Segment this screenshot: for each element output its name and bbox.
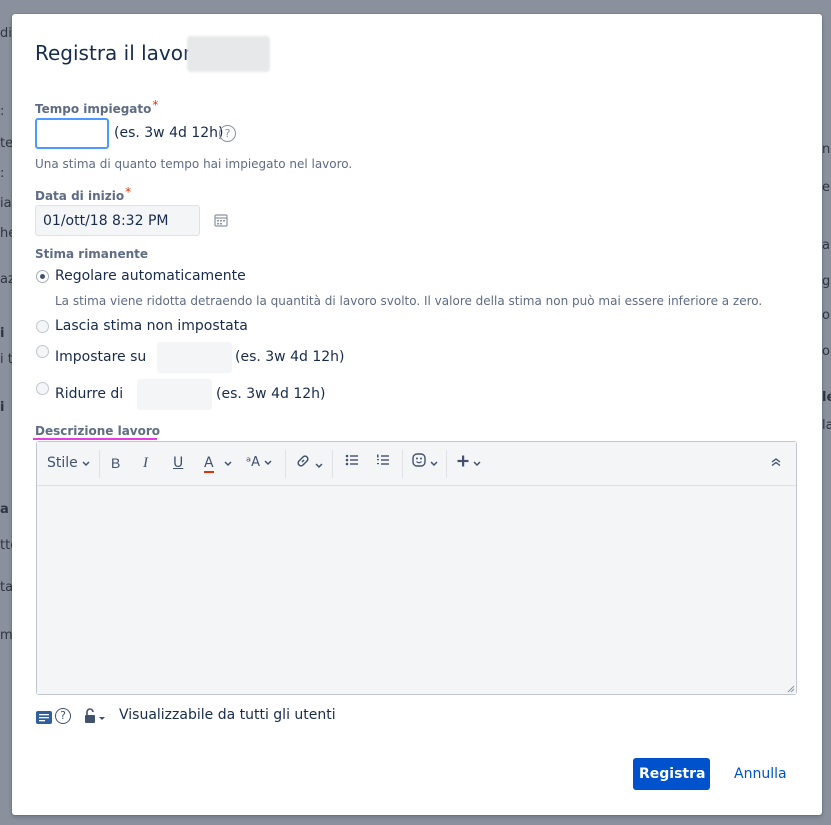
collapse-toolbar-button[interactable]	[771, 453, 781, 473]
radio-set-to[interactable]	[36, 345, 49, 358]
bg-text: i	[0, 400, 5, 415]
underline-button[interactable]: U	[173, 453, 183, 473]
submit-button[interactable]: Registra	[633, 758, 710, 790]
bg-text: :	[0, 166, 5, 181]
bullet-list-button[interactable]	[345, 453, 359, 473]
bg-text: ia	[0, 196, 12, 211]
help-icon[interactable]: ?	[55, 708, 71, 724]
link-icon	[297, 455, 309, 467]
editor-text-area[interactable]	[37, 486, 796, 694]
cancel-link[interactable]: Annulla	[724, 758, 797, 790]
radio-reduce-by-label: Ridurre di	[55, 386, 124, 402]
time-spent-input[interactable]	[35, 118, 109, 149]
set-to-example: (es. 3w 4d 12h)	[235, 349, 345, 365]
numbered-list-button[interactable]	[376, 453, 390, 473]
italic-button[interactable]: I	[143, 453, 148, 473]
insert-more-button[interactable]	[457, 453, 481, 473]
bg-text: a	[0, 502, 9, 517]
lock-icon[interactable]	[84, 707, 108, 725]
label-highlight	[33, 438, 157, 440]
log-work-dialog: Registra il lavoro: Tempo impiegato* (es…	[12, 14, 822, 815]
bg-text: a	[822, 238, 830, 253]
bg-text: or	[822, 344, 831, 359]
plus-icon	[457, 455, 469, 467]
radio-set-to-label: Impostare su	[55, 349, 147, 365]
time-spent-description: Una stima di quanto tempo hai impiegato …	[35, 157, 353, 171]
link-button[interactable]	[295, 453, 323, 473]
chevron-down-icon	[430, 461, 438, 467]
chevron-down-icon	[224, 461, 232, 467]
chevron-down-icon	[473, 461, 481, 467]
more-formatting-button[interactable]: ᵃA	[246, 453, 272, 473]
text-mode-icon[interactable]	[36, 711, 52, 724]
auto-adjust-description: La stima viene ridotta detraendo la quan…	[55, 294, 763, 308]
bg-text: :	[0, 104, 5, 119]
toolbar-divider	[402, 450, 403, 478]
chevron-down-icon	[82, 461, 90, 467]
bg-text: e	[822, 180, 830, 195]
text-color-button[interactable]: A	[204, 453, 232, 473]
resize-handle-icon[interactable]	[787, 685, 795, 693]
toolbar-divider	[99, 450, 100, 478]
style-dropdown[interactable]: Stile	[47, 453, 90, 473]
remaining-estimate-label: Stima rimanente	[35, 247, 149, 261]
required-mark: *	[152, 98, 159, 112]
bg-text: i	[0, 326, 5, 341]
redacted-issue-key	[187, 36, 270, 72]
dialog-title: Registra il lavoro:	[35, 41, 210, 65]
reduce-by-example: (es. 3w 4d 12h)	[216, 386, 326, 402]
chevron-down-icon	[264, 460, 272, 466]
chevron-double-up-icon	[771, 458, 781, 467]
bg-text: la	[822, 418, 831, 433]
bg-text: n	[822, 142, 831, 157]
bg-text: m	[0, 628, 13, 643]
toolbar-divider	[332, 450, 333, 478]
radio-leave-unset-label: Lascia stima non impostata	[55, 318, 248, 334]
bg-text: gi	[822, 274, 831, 289]
toolbar-divider	[285, 450, 286, 478]
emoji-icon	[412, 453, 426, 467]
rich-text-editor: Stile B I U A ᵃA	[36, 441, 797, 695]
required-mark: *	[125, 185, 132, 199]
radio-auto-adjust-label: Regolare automaticamente	[55, 268, 246, 284]
chevron-down-icon	[315, 463, 323, 469]
radio-leave-unset[interactable]	[36, 320, 49, 333]
bold-button[interactable]: B	[111, 453, 120, 473]
set-to-input[interactable]	[157, 342, 232, 373]
work-description-label: Descrizione lavoro	[35, 424, 161, 438]
bg-text: le	[822, 390, 831, 405]
help-icon[interactable]: ?	[219, 125, 236, 142]
numbered-list-icon	[377, 454, 389, 465]
radio-reduce-by[interactable]	[36, 382, 49, 395]
emoji-button[interactable]	[412, 453, 438, 473]
bullet-list-icon	[345, 454, 358, 466]
bg-text: di	[0, 26, 12, 41]
start-date-input[interactable]: 01/ott/18 8:32 PM	[35, 205, 200, 236]
radio-auto-adjust[interactable]	[36, 270, 49, 283]
time-spent-example: (es. 3w 4d 12h)	[114, 125, 224, 141]
toolbar-divider	[446, 450, 447, 478]
start-date-label: Data di inizio*	[35, 185, 132, 203]
calendar-icon[interactable]	[214, 213, 228, 227]
reduce-by-input[interactable]	[137, 379, 212, 410]
time-spent-label: Tempo impiegato*	[35, 98, 159, 116]
visibility-label[interactable]: Visualizzabile da tutti gli utenti	[119, 707, 336, 723]
bg-text: or	[822, 308, 831, 323]
editor-toolbar: Stile B I U A ᵃA	[37, 442, 796, 486]
